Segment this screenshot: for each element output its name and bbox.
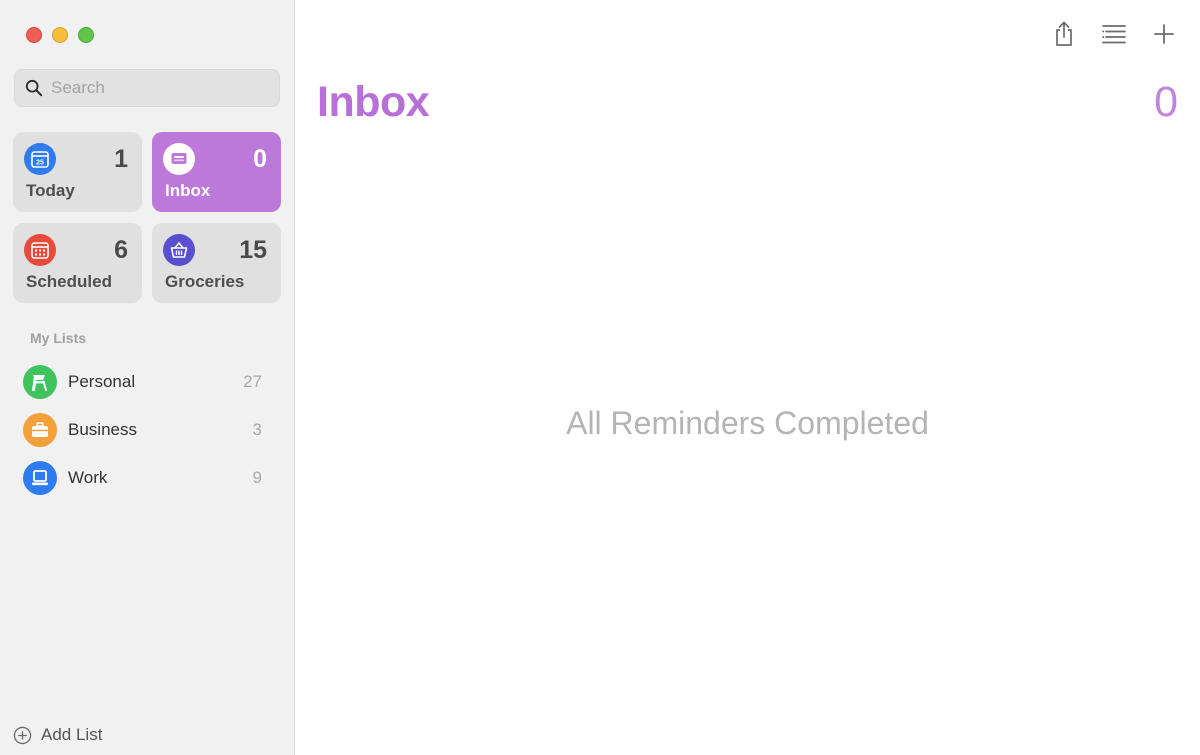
empty-state-message: All Reminders Completed: [566, 405, 929, 441]
groceries-count: 15: [239, 236, 267, 264]
window-controls: [26, 27, 94, 43]
list-item-personal[interactable]: Personal 27: [22, 358, 274, 406]
magnifier-icon: [25, 79, 43, 97]
chair-icon: [23, 365, 57, 399]
list-item-business[interactable]: Business 3: [22, 406, 274, 454]
list-count: 3: [252, 420, 262, 439]
list-options-button[interactable]: [1100, 19, 1128, 49]
add-list-label: Add List: [41, 725, 103, 744]
share-button[interactable]: [1050, 19, 1078, 49]
plus-circle-icon: [13, 726, 32, 744]
scheduled-label: Scheduled: [26, 272, 112, 291]
list-count: 27: [243, 372, 262, 391]
inbox-label: Inbox: [165, 181, 211, 200]
list-item-work[interactable]: Work 9: [22, 454, 274, 502]
list-item-count: 0: [1154, 78, 1178, 126]
plus-icon: [1154, 24, 1174, 44]
smart-lists: 25 1 Today 0 Inbox 6 Scheduled 15 Grocer…: [13, 132, 281, 303]
smart-list-groceries[interactable]: 15 Groceries: [152, 223, 281, 303]
toolbar: [1028, 19, 1178, 49]
minimize-window-button[interactable]: [52, 27, 68, 43]
laptop-icon: [23, 461, 57, 495]
inbox-count: 0: [253, 145, 267, 173]
list-title: Inbox: [317, 78, 430, 126]
share-icon: [1056, 21, 1072, 46]
my-lists-heading: My Lists: [30, 330, 87, 346]
basket-icon: [163, 234, 195, 266]
briefcase-icon: [23, 413, 57, 447]
smart-list-scheduled[interactable]: 6 Scheduled: [13, 223, 142, 303]
list-count: 9: [252, 468, 262, 487]
inbox-tray-icon: [163, 143, 195, 175]
calendar-grid-icon: [24, 234, 56, 266]
smart-list-today[interactable]: 25 1 Today: [13, 132, 142, 212]
main-content: Inbox 0 All Reminders Completed: [295, 0, 1200, 755]
list-options-icon: [1102, 25, 1126, 44]
svg-text:25: 25: [36, 160, 44, 167]
search-field[interactable]: [14, 69, 280, 107]
smart-list-inbox[interactable]: 0 Inbox: [152, 132, 281, 212]
reminders-window: 25 1 Today 0 Inbox: [0, 0, 1200, 755]
list-name: Personal: [68, 372, 136, 391]
scheduled-count: 6: [114, 236, 128, 264]
calendar-today-icon: 25: [24, 143, 56, 175]
today-label: Today: [26, 181, 75, 200]
close-window-button[interactable]: [26, 27, 42, 43]
add-reminder-button[interactable]: [1150, 19, 1178, 49]
zoom-window-button[interactable]: [78, 27, 94, 43]
my-lists: Personal 27 Business 3 Work 9: [22, 358, 274, 502]
list-name: Work: [68, 468, 108, 487]
groceries-label: Groceries: [165, 272, 245, 291]
today-count: 1: [114, 145, 128, 173]
search-input[interactable]: [51, 78, 271, 98]
list-name: Business: [68, 420, 137, 439]
sidebar: 25 1 Today 0 Inbox: [0, 0, 295, 755]
add-list-button[interactable]: Add List: [13, 725, 102, 745]
